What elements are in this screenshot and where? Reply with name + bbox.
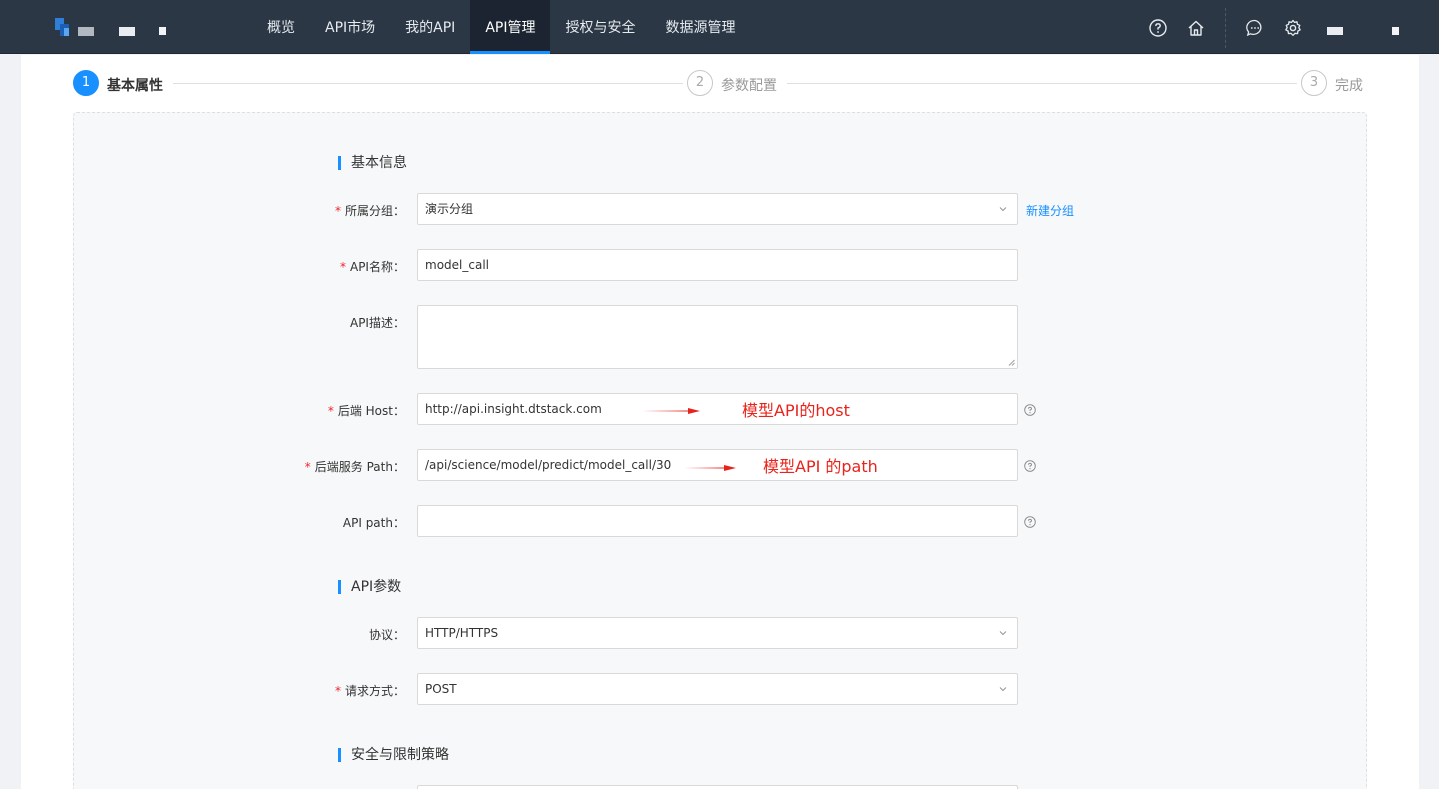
step-2-title: 参数配置 [721,78,777,94]
protocol-select[interactable]: HTTP/HTTPS [417,617,1018,649]
home-icon[interactable] [1187,19,1205,37]
blurred-product-name [159,27,166,35]
backend-host-label: * 后端 Host： [327,404,405,418]
required-mark: * [334,684,341,698]
help-circle-icon[interactable] [1024,404,1036,416]
annotation-path-note: 模型API 的path [763,457,878,476]
protocol-select-value: HTTP/HTTPS [425,626,499,640]
main-content-card: 1 基本属性 2 参数配置 3 完成 基本信息 * 所属分组： 演示分组 新建分组… [21,55,1419,789]
chevron-down-icon [999,631,1007,636]
message-icon[interactable] [1246,19,1264,37]
method-label: * 请求方式： [334,684,405,698]
logo-icon[interactable] [55,18,69,36]
api-name-input[interactable]: model_call [417,249,1018,281]
step-connector [787,83,1297,84]
step-connector [173,83,683,84]
required-mark: * [327,404,334,418]
backend-path-label: * 后端服务 Path： [304,460,405,474]
blurred-user-name [1327,27,1343,35]
api-path-label: API path： [342,516,405,530]
step-1-indicator: 1 [73,70,99,96]
toolbar-divider [1225,8,1226,48]
nav-item-my-api[interactable]: 我的API [390,0,470,54]
step-3-indicator: 3 [1301,70,1327,96]
help-circle-icon[interactable] [1024,460,1036,472]
nav-item-auth-security[interactable]: 授权与安全 [550,0,650,54]
nav-item-api-market[interactable]: API市场 [310,0,390,54]
protocol-label: 协议： [368,628,405,642]
blurred-product-name [78,27,94,36]
section-title-basic-info: 基本信息 [338,156,407,170]
resize-handle-icon[interactable] [1008,359,1015,366]
new-group-link[interactable]: 新建分组 [1026,202,1074,219]
required-mark: * [339,260,346,274]
blurred-product-name [119,27,135,36]
section-title-security: 安全与限制策略 [338,748,449,762]
method-select-value: POST [425,682,457,696]
api-desc-label: API描述： [349,316,405,330]
step-1-title: 基本属性 [107,78,163,94]
blurred-user-menu [1392,27,1399,35]
nav-item-overview[interactable]: 概览 [252,0,310,54]
group-label: * 所属分组： [334,204,405,218]
next-field-input-partial[interactable] [417,785,1018,789]
nav-item-datasource[interactable]: 数据源管理 [650,0,750,54]
chevron-down-icon [999,207,1007,212]
main-nav: 概览 API市场 我的API API管理 授权与安全 数据源管理 [252,0,750,54]
backend-host-input[interactable]: http://api.insight.dtstack.com [417,393,1018,425]
annotation-arrow-host [642,408,700,414]
gear-icon[interactable] [1284,19,1302,37]
help-circle-icon[interactable] [1024,516,1036,528]
annotation-arrow-path [684,465,736,471]
api-name-label: * API名称： [339,260,405,274]
form-panel: 基本信息 * 所属分组： 演示分组 新建分组 * API名称： model_call… [73,112,1367,789]
top-navigation-bar: 概览 API市场 我的API API管理 授权与安全 数据源管理 [0,0,1439,54]
nav-item-api-management[interactable]: API管理 [470,0,551,54]
required-mark: * [334,204,341,218]
required-mark: * [304,460,311,474]
help-circle-icon[interactable] [1149,19,1167,37]
section-title-api-params: API参数 [338,580,401,594]
chevron-down-icon [999,687,1007,692]
method-select[interactable]: POST [417,673,1018,705]
step-2-indicator: 2 [687,70,713,96]
api-path-input[interactable] [417,505,1018,537]
api-desc-textarea[interactable] [417,305,1018,369]
group-select[interactable]: 演示分组 [417,193,1018,225]
annotation-host-note: 模型API的host [742,401,850,420]
step-3-title: 完成 [1335,78,1363,94]
group-select-value: 演示分组 [425,202,474,216]
